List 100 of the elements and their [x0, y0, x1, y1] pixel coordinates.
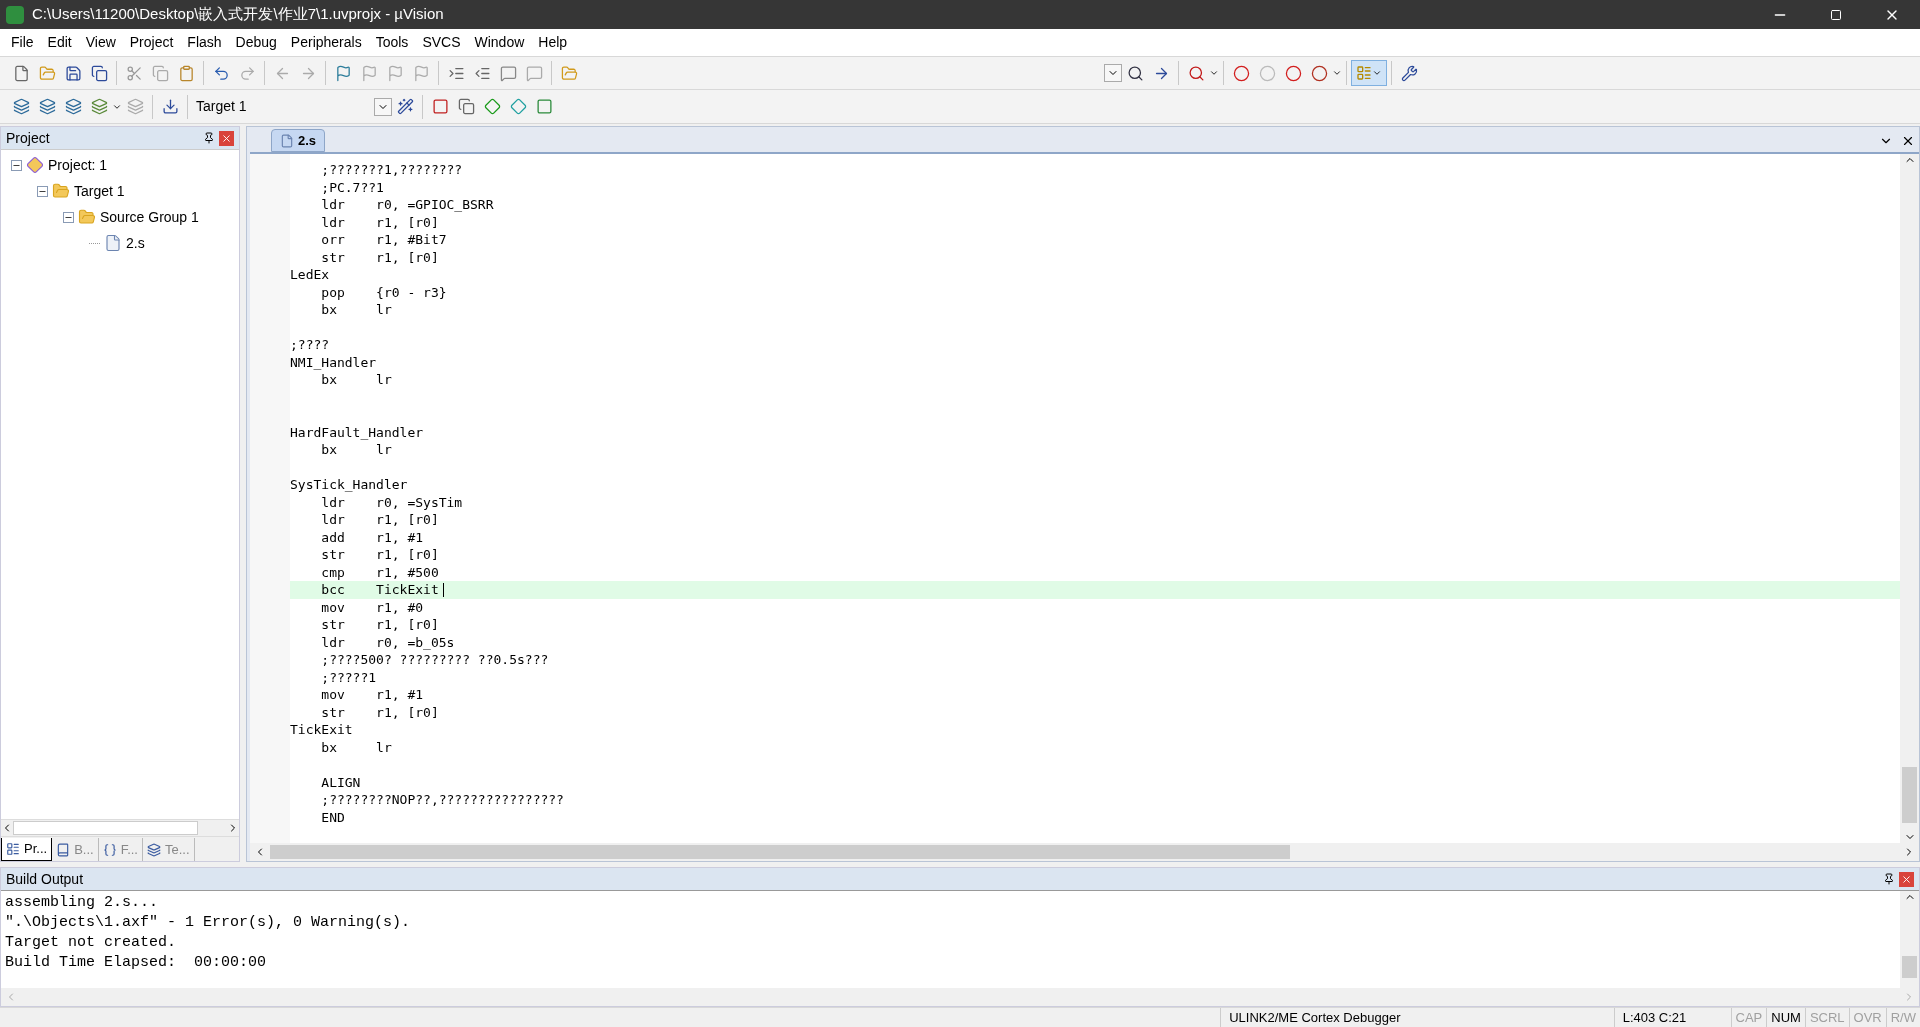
new-file-icon[interactable] — [12, 64, 30, 82]
open-folder-icon[interactable] — [38, 64, 56, 82]
status-indicator: SCRL — [1804, 1007, 1849, 1027]
square-icon[interactable] — [535, 98, 553, 115]
text-cursor — [442, 582, 444, 597]
output-line: Build Time Elapsed: 00:00:00 — [5, 953, 268, 973]
debugger-status: ULINK2/ME Cortex Debugger — [1220, 1007, 1614, 1027]
menu-item[interactable]: Edit — [40, 32, 79, 53]
tree-item[interactable]: Target 1 — [74, 180, 125, 202]
code-line: bx lr — [320, 738, 392, 756]
target-select[interactable]: Target 1 — [192, 96, 247, 117]
magic-wand-icon[interactable] — [396, 98, 414, 115]
layers-icon[interactable] — [147, 842, 161, 857]
scrollbar-thumb[interactable] — [13, 821, 198, 835]
folder-icon — [78, 208, 96, 226]
tree-item[interactable]: Source Group 1 — [100, 206, 199, 228]
maximize-icon[interactable] — [1830, 8, 1842, 21]
output-line: Target not created. — [5, 933, 178, 953]
tree-item[interactable]: Project: 1 — [48, 154, 108, 176]
tree-item[interactable]: 2.s — [126, 232, 145, 254]
pin-icon[interactable] — [1883, 873, 1895, 885]
scrollbar-thumb[interactable] — [1902, 767, 1917, 823]
undo-icon[interactable] — [212, 64, 230, 82]
breakpoint-icon[interactable] — [1232, 64, 1250, 82]
panel-title: Build Output — [6, 869, 85, 889]
code-line: ;?????1 — [320, 668, 377, 686]
file-icon[interactable] — [280, 133, 294, 148]
square-icon[interactable] — [431, 98, 449, 115]
menu-item[interactable]: Tools — [368, 32, 416, 53]
code-line: orr r1, #Bit7 — [320, 231, 447, 249]
menu-item[interactable]: Window — [467, 32, 532, 53]
copy-icon[interactable] — [457, 98, 475, 115]
code-line: ;????????NOP??,???????????????? — [320, 791, 564, 809]
flag-icon[interactable] — [334, 64, 352, 82]
menu-item[interactable]: File — [4, 32, 41, 53]
status-indicator: R/W — [1885, 1007, 1920, 1027]
caret-icon — [1372, 68, 1382, 78]
menu-item[interactable]: Debug — [228, 32, 284, 53]
scrollbar-thumb[interactable] — [270, 845, 1290, 859]
redo-icon[interactable] — [238, 64, 256, 82]
output-line: ".\Objects\1.axf" - 1 Error(s), 0 Warning(s). — [5, 913, 412, 933]
layers-icon[interactable] — [64, 98, 82, 115]
code-line: bx lr — [320, 441, 392, 459]
cut-icon[interactable] — [125, 64, 143, 82]
braces-icon[interactable] — [102, 842, 117, 857]
collapse-icon[interactable] — [37, 185, 48, 197]
circle-icon[interactable] — [1310, 64, 1328, 82]
layers-icon[interactable] — [12, 98, 30, 115]
cursor-position: L:403 C:21 — [1613, 1007, 1731, 1027]
wrench-icon[interactable] — [1400, 64, 1418, 82]
open-folder-icon[interactable] — [560, 64, 578, 82]
code-line: LedEx — [290, 266, 330, 284]
book-icon[interactable] — [56, 842, 71, 857]
code-line: mov r1, #0 — [320, 598, 424, 616]
window-layout-icon[interactable] — [1356, 65, 1372, 81]
menu-item[interactable]: Peripherals — [283, 32, 369, 53]
scrollbar-thumb[interactable] — [1902, 956, 1917, 978]
download-icon[interactable] — [161, 98, 179, 115]
menu-item[interactable]: Help — [531, 32, 575, 53]
code-line: SysTick_Handler — [290, 476, 408, 494]
caret-icon — [1209, 68, 1219, 78]
status-indicator: OVR — [1848, 1007, 1886, 1027]
pin-icon[interactable] — [203, 132, 215, 144]
paste-icon[interactable] — [177, 64, 195, 82]
list-icon[interactable] — [6, 842, 20, 856]
layers-icon[interactable] — [38, 98, 56, 115]
diamond-icon[interactable] — [509, 98, 527, 115]
save-icon[interactable] — [64, 64, 82, 82]
save-all-icon[interactable] — [90, 64, 108, 82]
circle-icon[interactable] — [1284, 64, 1302, 82]
file-icon — [104, 234, 122, 252]
code-line: ldr r0, =GPIOC_BSRR — [320, 196, 494, 214]
search-icon[interactable] — [1187, 64, 1205, 82]
code-line: ldr r0, =SysTim — [320, 493, 463, 511]
code-line: ;???????1,???????? — [320, 161, 463, 179]
code-line: cmp r1, #500 — [320, 563, 439, 581]
layers-icon[interactable] — [90, 98, 108, 115]
comment-icon[interactable] — [525, 64, 543, 82]
find-icon[interactable] — [1126, 64, 1144, 82]
close-icon[interactable] — [1901, 134, 1915, 148]
menu-item[interactable]: Project — [122, 32, 181, 53]
folder-icon — [52, 182, 70, 200]
flag-icon[interactable] — [360, 64, 378, 82]
flag-icon[interactable] — [386, 64, 404, 82]
menu-item[interactable]: Flash — [180, 32, 229, 53]
flag-icon[interactable] — [412, 64, 430, 82]
diamond-icon[interactable] — [483, 98, 501, 115]
caret-icon — [1332, 68, 1342, 78]
code-line: str r1, [r0] — [320, 546, 439, 564]
menu-item[interactable]: View — [78, 32, 123, 53]
code-line: bx lr — [320, 371, 392, 389]
code-line: ;???? — [290, 336, 330, 354]
comment-icon[interactable] — [499, 64, 517, 82]
code-line: ldr r0, =b_05s — [320, 633, 455, 651]
status-indicator: NUM — [1766, 1007, 1805, 1027]
output-line: assembling 2.s... — [5, 893, 160, 913]
menu-item[interactable]: SVCS — [415, 32, 468, 53]
code-line: NMI_Handler — [290, 353, 377, 371]
collapse-icon[interactable] — [63, 211, 74, 223]
collapse-icon[interactable] — [11, 159, 22, 171]
